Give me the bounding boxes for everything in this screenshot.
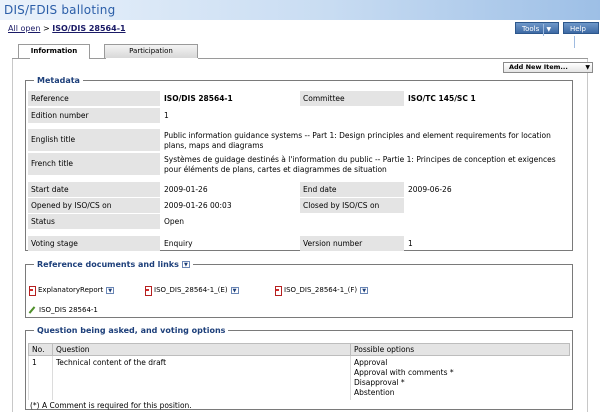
chevron-down-icon: ▼: [543, 24, 553, 36]
end-date-label: End date: [300, 182, 404, 197]
pdf-icon: [28, 286, 36, 296]
french-title-label: French title: [28, 153, 160, 175]
chevron-down-icon[interactable]: ▼: [181, 261, 190, 268]
chevron-down-icon: ▼: [574, 36, 584, 48]
option-item: Approval: [354, 358, 388, 367]
pdf-icon: [144, 286, 152, 296]
voting-options-table: No. Question Possible options 1 Technica…: [28, 343, 570, 400]
column-header-no: No.: [28, 343, 53, 356]
add-new-item-dropdown[interactable]: Add New Item... ▼: [503, 62, 593, 73]
doc-iso-dis-f[interactable]: ISO_DIS_28564-1_(F) ▼: [274, 285, 369, 296]
options-cell: Approval Approval with comments * Disapp…: [350, 355, 570, 400]
doc-link-text[interactable]: ISO_DIS_28564-1_(E): [154, 286, 228, 294]
opened-by-label: Opened by ISO/CS on: [28, 198, 160, 213]
opened-by-value: 2009-01-26 00:03: [164, 201, 232, 210]
option-item: Abstention: [354, 388, 395, 397]
version-number-value: 1: [408, 239, 413, 248]
table-row: 1 Technical content of the draft Approva…: [28, 355, 570, 400]
english-title-value: Public information guidance systems -- P…: [164, 131, 551, 150]
app-title: DIS/FDIS balloting: [4, 3, 116, 17]
column-header-options: Possible options: [350, 343, 570, 356]
comment-required-note: (*) A Comment is required for this posit…: [30, 401, 192, 410]
column-header-question: Question: [52, 343, 351, 356]
table-header-row: No. Question Possible options: [28, 343, 570, 356]
voting-options-title: Question being asked, and voting options: [37, 326, 226, 335]
doc-explanatory-report[interactable]: ExplanatoryReport ▼: [28, 285, 115, 296]
tab-information[interactable]: Information: [18, 44, 90, 59]
version-number-label: Version number: [300, 236, 404, 251]
reference-documents-section: Reference documents and links ▼ Explanato…: [25, 260, 573, 318]
reference-label: Reference: [28, 91, 160, 106]
committee-value: ISO/TC 145/SC 1: [408, 94, 476, 103]
voting-options-section: Question being asked, and voting options…: [25, 326, 573, 410]
add-new-item-label: Add New Item...: [509, 63, 568, 71]
chevron-down-icon[interactable]: ▼: [230, 286, 239, 294]
link-iso-dis[interactable]: ISO_DIS 28564-1: [28, 305, 98, 315]
tab-divider: [12, 58, 30, 59]
pdf-icon: [274, 286, 282, 296]
start-date-label: Start date: [28, 182, 160, 197]
reference-documents-title-text: Reference documents and links: [37, 260, 179, 269]
doc-link-text[interactable]: ISO_DIS_28564-1_(F): [284, 286, 357, 294]
status-label: Status: [28, 214, 160, 229]
metadata-title: Metadata: [37, 76, 80, 85]
question-text: Technical content of the draft: [52, 355, 351, 400]
edition-number-label: Edition number: [28, 108, 160, 123]
pen-icon: [28, 306, 36, 314]
voting-stage-value: Enquiry: [164, 239, 193, 248]
closed-by-label: Closed by ISO/CS on: [300, 198, 404, 213]
tab-divider: [198, 58, 588, 59]
tab-divider: [90, 58, 106, 59]
help-menu-label: Help: [570, 25, 586, 33]
committee-label: Committee: [300, 91, 404, 106]
english-title-label: English title: [28, 129, 160, 151]
nav-bar: All open > ISO/DIS 28564-1 Tools ▼ Help▼: [0, 20, 600, 48]
edition-number-value: 1: [164, 111, 169, 120]
breadcrumb-current-link[interactable]: ISO/DIS 28564-1: [52, 24, 125, 33]
breadcrumb: All open > ISO/DIS 28564-1: [8, 24, 126, 33]
option-item: Approval with comments *: [354, 368, 454, 377]
start-date-value: 2009-01-26: [164, 185, 208, 194]
chevron-down-icon[interactable]: ▼: [106, 286, 115, 294]
link-text[interactable]: ISO_DIS 28564-1: [39, 306, 98, 314]
doc-iso-dis-e[interactable]: ISO_DIS_28564-1_(E) ▼: [144, 285, 239, 296]
breadcrumb-all-open-link[interactable]: All open: [8, 24, 40, 33]
french-title-value: Systèmes de guidage destinés à l'informa…: [164, 155, 556, 174]
help-menu-button[interactable]: Help ▼: [563, 22, 599, 48]
reference-value: ISO/DIS 28564-1: [164, 94, 233, 103]
reference-documents-title: Reference documents and links ▼: [34, 260, 193, 269]
doc-link-text[interactable]: ExplanatoryReport: [38, 286, 103, 294]
status-value: Open: [164, 217, 185, 226]
chevron-down-icon[interactable]: ▼: [360, 286, 369, 294]
tools-menu-label: Tools: [522, 25, 540, 33]
end-date-value: 2009-06-26: [408, 185, 452, 194]
chevron-down-icon: ▼: [585, 64, 590, 71]
title-bar: DIS/FDIS balloting: [0, 0, 600, 20]
tools-menu-button[interactable]: Tools ▼: [515, 22, 559, 36]
tab-participation[interactable]: Participation: [104, 44, 198, 58]
option-item: Disapproval *: [354, 378, 405, 387]
voting-stage-label: Voting stage: [28, 236, 160, 251]
breadcrumb-separator: >: [42, 24, 50, 33]
question-number: 1: [28, 355, 53, 400]
metadata-section: Metadata Reference ISO/DIS 28564-1 Commi…: [25, 76, 573, 251]
